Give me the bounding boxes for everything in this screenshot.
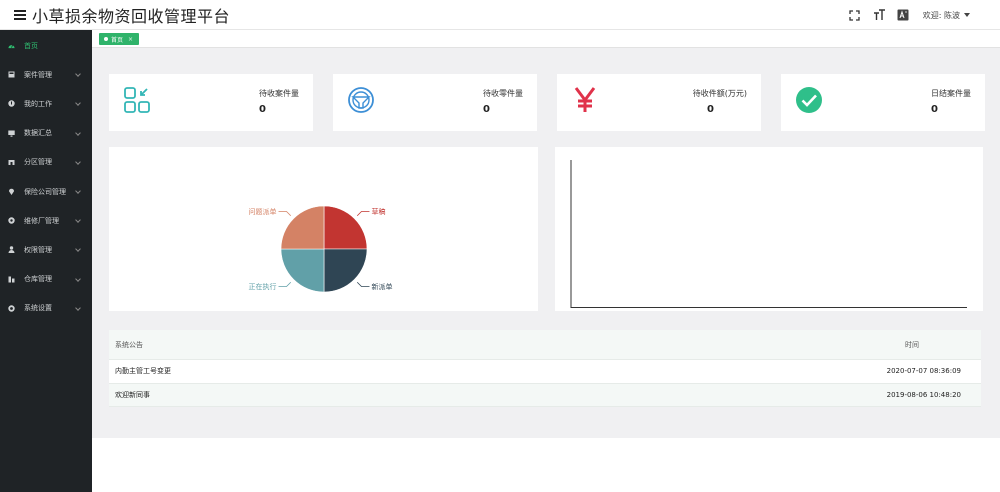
stat-card-daily-closed: 日结案件量 0 <box>781 74 985 131</box>
caret-down-icon <box>964 13 970 17</box>
user-icon <box>8 246 15 254</box>
sidebar-item-label: 首页 <box>24 41 38 50</box>
notice-time: 2020-07-07 08:36:09 <box>886 367 961 376</box>
close-icon[interactable]: × <box>128 36 133 43</box>
sidebar-item-label: 分区管理 <box>24 158 52 167</box>
notice-title: 欢迎新同事 <box>115 390 150 399</box>
pie-label: 问题派单 <box>249 207 277 216</box>
sidebar-item-label: 保险公司管理 <box>24 187 66 196</box>
fullscreen-icon[interactable] <box>849 9 861 21</box>
stat-label: 日结案件量 <box>931 89 971 98</box>
sidebar-item-repair-shop[interactable]: 维修厂管理 <box>0 206 92 235</box>
warehouse-icon <box>8 276 15 283</box>
pie-label: 新派单 <box>371 282 392 291</box>
stat-card-pending-parts: 待收零件量 0 <box>333 74 537 131</box>
chevron-down-icon <box>75 188 81 194</box>
pie-label-line <box>356 211 370 217</box>
work-icon <box>8 100 15 108</box>
tab-dot-icon <box>104 37 108 41</box>
chevron-down-icon <box>75 246 81 253</box>
stat-value: 0 <box>483 104 490 115</box>
sidebar-item-label: 系统设置 <box>24 304 52 313</box>
sidebar-item-permissions[interactable]: 权限管理 <box>0 235 92 264</box>
stat-value: 0 <box>259 104 266 115</box>
location-icon <box>8 188 15 196</box>
notice-header: 系统公告 时间 <box>109 330 981 360</box>
sidebar-item-case-management[interactable]: 案件管理 <box>0 60 92 89</box>
chevron-down-icon <box>75 100 81 107</box>
chevron-down-icon <box>75 129 81 136</box>
sidebar-item-insurance-company[interactable]: 保险公司管理 <box>0 177 92 206</box>
case-icon <box>8 71 15 78</box>
notice-title: 内勤主管工号变更 <box>115 367 171 376</box>
notice-time: 2019-08-06 10:48:20 <box>886 390 961 399</box>
chevron-down-icon <box>75 217 81 223</box>
pie-chart-panel: 草稿新派单 正在执行 问题派单 <box>109 147 538 311</box>
pie-label: 正在执行 <box>249 282 277 291</box>
notice-header-time: 时间 <box>905 340 919 349</box>
sidebar-item-label: 维修厂管理 <box>24 216 59 225</box>
pie-label-line <box>278 281 292 287</box>
welcome-text: 欢迎: 陈波 <box>922 10 960 20</box>
check-circle-icon <box>796 87 822 113</box>
translate-icon[interactable] <box>897 9 909 21</box>
notice-table: 系统公告 时间 内勤主管工号变更 2020-07-07 08:36:09 欢迎新… <box>109 330 981 407</box>
tab-home[interactable]: 首页 × <box>99 33 140 45</box>
top-header: 小草损余物资回收管理平台 欢迎: 陈波 <box>0 0 1000 30</box>
app-title: 小草损余物资回收管理平台 <box>32 6 231 26</box>
dashboard-icon <box>8 42 15 49</box>
pie-label-line <box>278 211 292 217</box>
sidebar-item-label: 数据汇总 <box>24 129 52 138</box>
steering-wheel-icon <box>348 87 374 113</box>
chevron-down-icon <box>75 71 81 78</box>
sidebar-item-warehouse[interactable]: 仓库管理 <box>0 265 92 294</box>
sidebar-item-system-settings[interactable]: 系统设置 <box>0 294 92 323</box>
sidebar: 首页 案件管理 我的工作 数据汇总 分区管理 保险公司管理 维修厂管理 权限管理… <box>0 30 92 492</box>
pie-chart: 草稿新派单 正在执行 问题派单 <box>249 205 392 293</box>
stat-card-pending-amount: 待收件额(万元) 0 <box>557 74 761 131</box>
chevron-down-icon <box>75 304 81 311</box>
stat-card-pending-cases: 待收案件量 0 <box>109 74 313 131</box>
stat-value: 0 <box>931 104 938 115</box>
sidebar-item-my-work[interactable]: 我的工作 <box>0 89 92 118</box>
font-size-icon[interactable] <box>873 9 885 21</box>
repair-icon <box>8 217 15 224</box>
pie-label: 草稿 <box>371 207 385 216</box>
sidebar-item-data-summary[interactable]: 数据汇总 <box>0 119 92 148</box>
stat-value: 0 <box>707 104 714 115</box>
user-menu[interactable]: 欢迎: 陈波 <box>923 10 970 21</box>
stat-label: 待收零件量 <box>483 89 523 98</box>
settings-icon <box>8 305 15 312</box>
chevron-down-icon <box>75 275 81 282</box>
sidebar-item-label: 权限管理 <box>24 245 52 254</box>
tab-bar: 首页 × <box>92 30 1000 48</box>
region-icon <box>8 159 15 166</box>
stat-label: 待收件额(万元) <box>692 89 747 98</box>
table-row[interactable]: 内勤主管工号变更 2020-07-07 08:36:09 <box>109 360 981 384</box>
stat-label: 待收案件量 <box>259 89 299 98</box>
table-row[interactable]: 欢迎新同事 2019-08-06 10:48:20 <box>109 383 981 407</box>
notice-header-title: 系统公告 <box>115 340 143 349</box>
chevron-down-icon <box>75 158 81 165</box>
sidebar-item-region-management[interactable]: 分区管理 <box>0 148 92 177</box>
menu-toggle-icon[interactable] <box>14 9 28 21</box>
pie-label-line <box>356 281 370 287</box>
yen-icon <box>574 87 596 112</box>
line-chart <box>570 160 967 308</box>
monitor-icon <box>8 130 15 137</box>
main-content: 首页 × 待收案件量 0 待收零件量 0 待收件额(万元) 0 日结案件量 0 … <box>92 30 1000 438</box>
header-toolbar: 欢迎: 陈波 <box>849 0 970 30</box>
sidebar-item-home[interactable]: 首页 <box>0 31 92 60</box>
sidebar-item-label: 案件管理 <box>24 70 52 79</box>
sidebar-item-label: 仓库管理 <box>24 275 52 284</box>
sidebar-item-label: 我的工作 <box>24 99 52 108</box>
tab-label: 首页 <box>111 36 124 44</box>
line-chart-panel <box>555 147 983 311</box>
apps-icon <box>124 87 150 113</box>
